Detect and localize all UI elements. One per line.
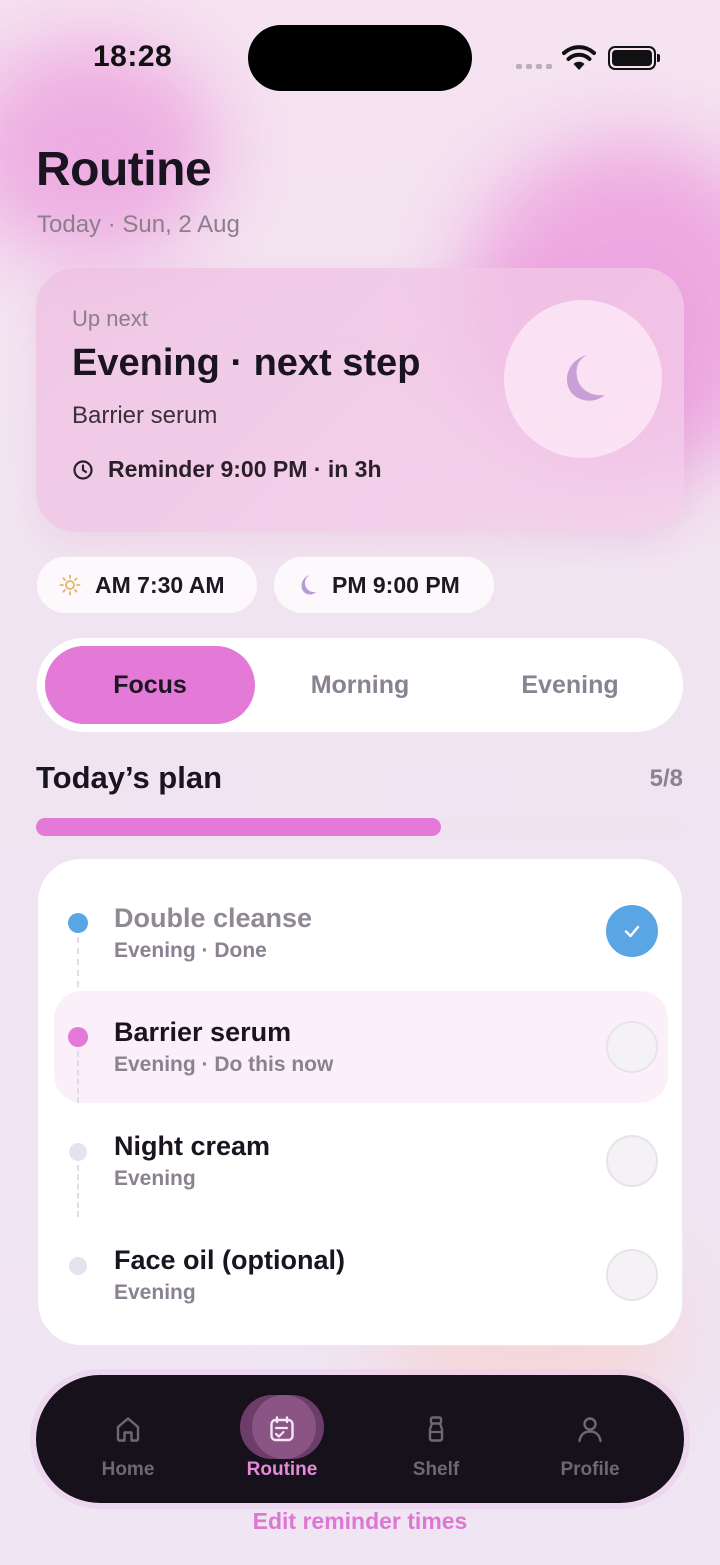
step-name: Double cleanse bbox=[114, 903, 313, 933]
segment-evening[interactable]: Evening bbox=[465, 646, 675, 724]
step-meta: Evening bbox=[114, 1167, 196, 1190]
list-item[interactable]: Double cleanse Evening · Done bbox=[54, 877, 668, 989]
moon-icon-badge bbox=[504, 300, 662, 458]
pm-reminder-pill[interactable]: PM 9:00 PM bbox=[273, 556, 495, 614]
edit-reminder-times-link[interactable]: Edit reminder times bbox=[0, 1508, 720, 1535]
plan-count: 5/8 bbox=[649, 765, 683, 792]
list-item[interactable]: Barrier serum Evening · Do this now bbox=[54, 991, 668, 1103]
segment-morning[interactable]: Morning bbox=[255, 646, 465, 724]
wifi-icon bbox=[562, 45, 596, 70]
am-reminder-label: AM 7:30 AM bbox=[95, 571, 225, 598]
moon-icon bbox=[301, 575, 316, 595]
tab-profile-label: Profile bbox=[560, 1459, 620, 1480]
plan-progress-bar bbox=[36, 818, 684, 836]
step-connector bbox=[77, 937, 79, 987]
list-item[interactable]: Face oil (optional) Evening bbox=[54, 1219, 668, 1331]
step-connector bbox=[77, 1165, 79, 1217]
step-checkbox[interactable] bbox=[606, 1021, 658, 1073]
battery-icon bbox=[608, 46, 660, 70]
bottle-icon bbox=[418, 1411, 454, 1447]
page-title: Routine bbox=[36, 143, 212, 196]
step-status-dot bbox=[68, 1027, 88, 1047]
step-meta: Evening · Done bbox=[114, 939, 267, 962]
step-name: Barrier serum bbox=[114, 1017, 292, 1047]
plan-title: Today’s plan bbox=[36, 760, 223, 795]
up-next-product: Barrier serum bbox=[72, 402, 218, 429]
page-subtitle: Today · Sun, 2 Aug bbox=[37, 211, 240, 238]
tab-profile[interactable]: Profile bbox=[530, 1375, 650, 1503]
up-next-card[interactable]: Up next Evening · next step Barrier seru… bbox=[36, 268, 684, 532]
step-status-dot bbox=[68, 913, 88, 933]
step-meta: Evening · Do this now bbox=[114, 1053, 334, 1076]
list-item[interactable]: Night cream Evening bbox=[54, 1105, 668, 1217]
status-bar: 18:28 bbox=[0, 0, 720, 110]
pm-reminder-label: PM 9:00 PM bbox=[332, 571, 460, 598]
dynamic-island bbox=[248, 25, 472, 91]
home-icon bbox=[110, 1411, 146, 1447]
tab-routine[interactable]: Routine bbox=[222, 1375, 342, 1503]
step-checkbox[interactable] bbox=[606, 905, 658, 957]
am-reminder-pill[interactable]: AM 7:30 AM bbox=[36, 556, 258, 614]
step-connector bbox=[77, 1051, 79, 1103]
step-status-dot bbox=[69, 1143, 87, 1161]
step-name: Night cream bbox=[114, 1131, 271, 1161]
tab-shelf[interactable]: Shelf bbox=[376, 1375, 496, 1503]
status-time: 18:28 bbox=[93, 40, 173, 73]
step-checkbox[interactable] bbox=[606, 1135, 658, 1187]
tab-routine-label: Routine bbox=[246, 1459, 318, 1480]
clock-icon bbox=[73, 459, 93, 480]
person-icon bbox=[572, 1411, 608, 1447]
moon-icon bbox=[567, 355, 605, 401]
sun-icon bbox=[59, 574, 81, 596]
step-status-dot bbox=[69, 1257, 87, 1275]
segment-focus[interactable]: Focus bbox=[45, 646, 255, 724]
routine-segmented-control: Focus Morning Evening bbox=[36, 637, 684, 733]
tab-bar: Home Routine Shelf Profile bbox=[36, 1375, 684, 1503]
tab-shelf-label: Shelf bbox=[412, 1459, 460, 1480]
step-checkbox[interactable] bbox=[606, 1249, 658, 1301]
routine-icon bbox=[264, 1411, 300, 1447]
plan-steps-list: Double cleanse Evening · Done Barrier se… bbox=[37, 858, 683, 1346]
plan-progress-fill bbox=[36, 818, 441, 836]
tab-home[interactable]: Home bbox=[68, 1375, 188, 1503]
up-next-reminder: Reminder 9:00 PM · in 3h bbox=[72, 456, 382, 483]
step-name: Face oil (optional) bbox=[114, 1245, 346, 1275]
up-next-reminder-text: Reminder 9:00 PM · in 3h bbox=[108, 456, 382, 482]
up-next-title: Evening · next step bbox=[72, 342, 421, 384]
checkmark-icon bbox=[624, 925, 640, 938]
up-next-label: Up next bbox=[72, 306, 148, 331]
step-meta: Evening bbox=[114, 1281, 196, 1304]
cellular-signal-icon bbox=[516, 64, 552, 69]
tab-home-label: Home bbox=[101, 1459, 155, 1480]
